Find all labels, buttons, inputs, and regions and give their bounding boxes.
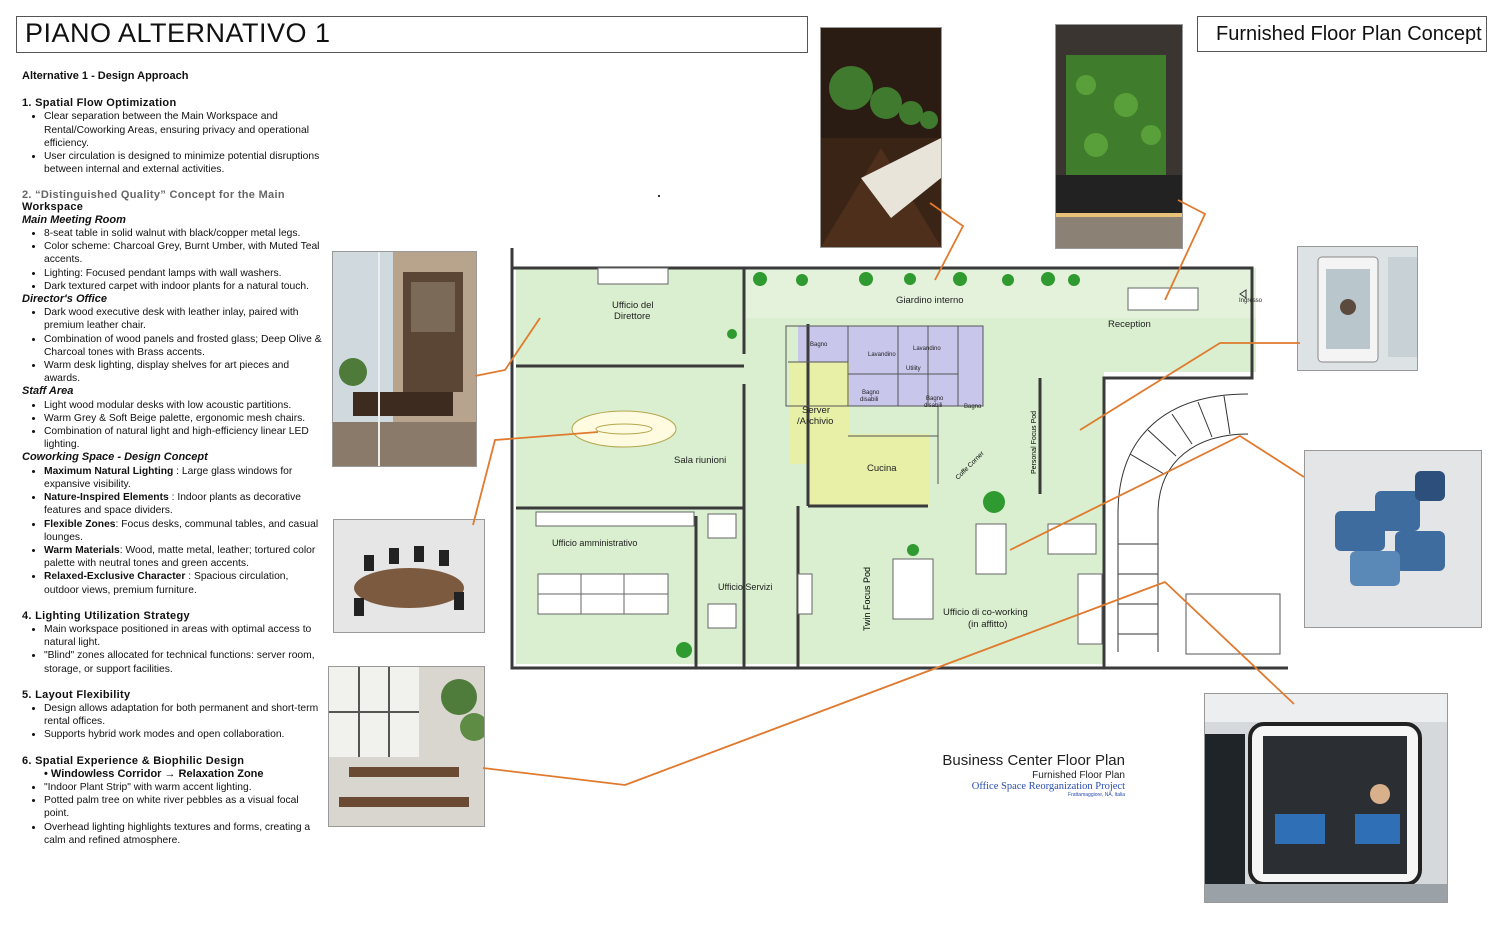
label-twin-pod: Twin Focus Pod (862, 567, 872, 631)
list-item: "Blind" zones allocated for technical fu… (44, 649, 322, 675)
room-label-cowork-b: (in affitto) (968, 619, 1007, 630)
concept-title-box: Furnished Floor Plan Concept (1197, 16, 1487, 52)
room-label-server: Server (802, 405, 830, 416)
room-label-services: Ufficio Servizi (718, 582, 772, 592)
list-item: User circulation is designed to minimize… (44, 150, 322, 176)
label-bagno-disabili-2: Bagno (926, 396, 944, 402)
list-item: "Indoor Plant Strip" with warm accent li… (44, 781, 322, 794)
design-approach-text: Alternative 1 - Design Approach 1. Spati… (22, 70, 322, 847)
concept-title: Furnished Floor Plan Concept (1216, 23, 1482, 45)
list-item: Maximum Natural Lighting : Large glass w… (44, 465, 322, 491)
list-item: Combination of wood panels and frosted g… (44, 333, 322, 359)
room-label-reception: Reception (1108, 319, 1151, 330)
corridor-plants-image (821, 28, 941, 247)
section-6-title: 6. Spatial Experience & Biophilic Design (22, 754, 245, 767)
meeting-table (571, 410, 677, 448)
reception-image (1056, 25, 1182, 248)
label-utility: Utility (906, 366, 921, 372)
personal-pod-photo (1297, 246, 1418, 371)
legend-location: Frattamaggiore, NA, Italia (1068, 792, 1125, 798)
list-item: Dark textured carpet with indoor plants … (44, 280, 322, 293)
meeting-room-image (334, 520, 484, 632)
list-item: Warm Grey & Soft Beige palette, ergonomi… (44, 412, 322, 425)
section-4-list: Main workspace positioned in areas with … (22, 623, 322, 676)
section-6-list: "Indoor Plant Strip" with warm accent li… (22, 781, 322, 847)
list-item: Combination of natural light and high-ef… (44, 425, 322, 451)
legend-title: Business Center Floor Plan (942, 752, 1125, 769)
stray-dot (658, 195, 660, 197)
list-item: Main workspace positioned in areas with … (44, 623, 322, 649)
page-title: PIANO ALTERNATIVO 1 (25, 18, 331, 48)
room-label-director: Ufficio del (612, 300, 654, 311)
room-label-meeting: Sala riunioni (674, 455, 726, 466)
list-item: Warm Materials: Wood, matte metal, leath… (44, 544, 322, 570)
lounge-seating-photo (1304, 450, 1482, 628)
room-label-admin: Ufficio amministrativo (552, 538, 637, 548)
list-item: Light wood modular desks with low acoust… (44, 399, 322, 412)
section-1-title: 1. Spatial Flow Optimization (22, 97, 177, 110)
director-office-image (333, 252, 476, 466)
staff-area-list: Light wood modular desks with low acoust… (22, 399, 322, 452)
coworking-image (329, 667, 484, 826)
list-item: Color scheme: Charcoal Grey, Burnt Umber… (44, 240, 322, 266)
room-label-garden: Giardino interno (896, 295, 964, 306)
meeting-room-photo (333, 519, 485, 633)
reception-photo (1055, 24, 1183, 249)
legend-project: Office Space Reorganization Project (971, 781, 1125, 792)
corridor-plants-photo (820, 27, 942, 248)
list-item: Warm desk lighting, display shelves for … (44, 359, 322, 385)
room-label-director-b: Direttore (614, 311, 650, 322)
stair-area (1104, 372, 1290, 672)
label-bagno-disabili-1: Bagno (862, 390, 880, 396)
twin-pod-photo (1204, 693, 1448, 903)
list-item: Overhead lighting highlights textures an… (44, 821, 322, 847)
list-item: Nature-Inspired Elements : Indoor plants… (44, 491, 322, 517)
legend-subtitle: Furnished Floor Plan (1032, 770, 1125, 781)
list-item: Supports hybrid work modes and open coll… (44, 728, 322, 741)
room-label-server-b: /Archivio (797, 416, 833, 427)
entrance-label: Ingresso (1239, 298, 1263, 304)
coworking-photo (328, 666, 485, 827)
list-item: Dark wood executive desk with leather in… (44, 306, 322, 332)
list-item: Potted palm tree on white river pebbles … (44, 794, 322, 820)
coworking-list: Maximum Natural Lighting : Large glass w… (22, 465, 322, 597)
coworking-title: Coworking Space - Design Concept (22, 451, 208, 464)
section-5-title: 5. Layout Flexibility (22, 688, 131, 701)
meeting-room-title: Main Meeting Room (22, 213, 126, 226)
twin-pod-image (1205, 694, 1447, 902)
list-item: Relaxed-Exclusive Character : Spacious c… (44, 570, 322, 596)
main-title-box: PIANO ALTERNATIVO 1 (16, 16, 808, 53)
list-item: Lighting: Focused pendant lamps with wal… (44, 267, 322, 280)
room-label-kitchen: Cucina (867, 463, 897, 474)
label-lavandino-1: Lavandino (868, 352, 896, 358)
section-4-title: 4. Lighting Utilization Strategy (22, 609, 190, 622)
label-bagno-disabili-2b: disabili (924, 403, 942, 409)
section-5-list: Design allows adaptation for both perman… (22, 702, 322, 742)
label-bagno-disabili-1b: disabili (860, 397, 878, 403)
director-office-title: Director's Office (22, 293, 107, 306)
list-item: Flexible Zones: Focus desks, communal ta… (44, 518, 322, 544)
section-6-sub: • Windowless Corridor → Relaxation Zone (44, 767, 264, 780)
meeting-room-list: 8-seat table in solid walnut with black/… (22, 227, 322, 293)
list-item: Clear separation between the Main Worksp… (44, 110, 322, 150)
list-item: 8-seat table in solid walnut with black/… (44, 227, 322, 240)
director-office-list: Dark wood executive desk with leather in… (22, 306, 322, 385)
lounge-seating-image (1305, 451, 1481, 627)
list-item: Design allows adaptation for both perman… (44, 702, 322, 728)
floor-plan: Ufficio del Direttore Giardino interno R… (510, 248, 1290, 672)
staff-area-title: Staff Area (22, 385, 74, 398)
approach-heading: Alternative 1 - Design Approach (22, 70, 189, 82)
label-lavandino-2: Lavandino (913, 346, 941, 352)
room-label-cowork: Ufficio di co-working (943, 607, 1028, 618)
label-personal-pod: Personal Focus Pod (1031, 411, 1038, 474)
director-office-photo (332, 251, 477, 467)
plan-legend: Business Center Floor Plan Furnished Flo… (880, 752, 1125, 798)
label-bagno: Bagno (810, 342, 828, 348)
personal-pod-image (1298, 247, 1417, 370)
label-bagno-small: Bagno (964, 404, 982, 410)
section-1-list: Clear separation between the Main Worksp… (22, 110, 322, 176)
